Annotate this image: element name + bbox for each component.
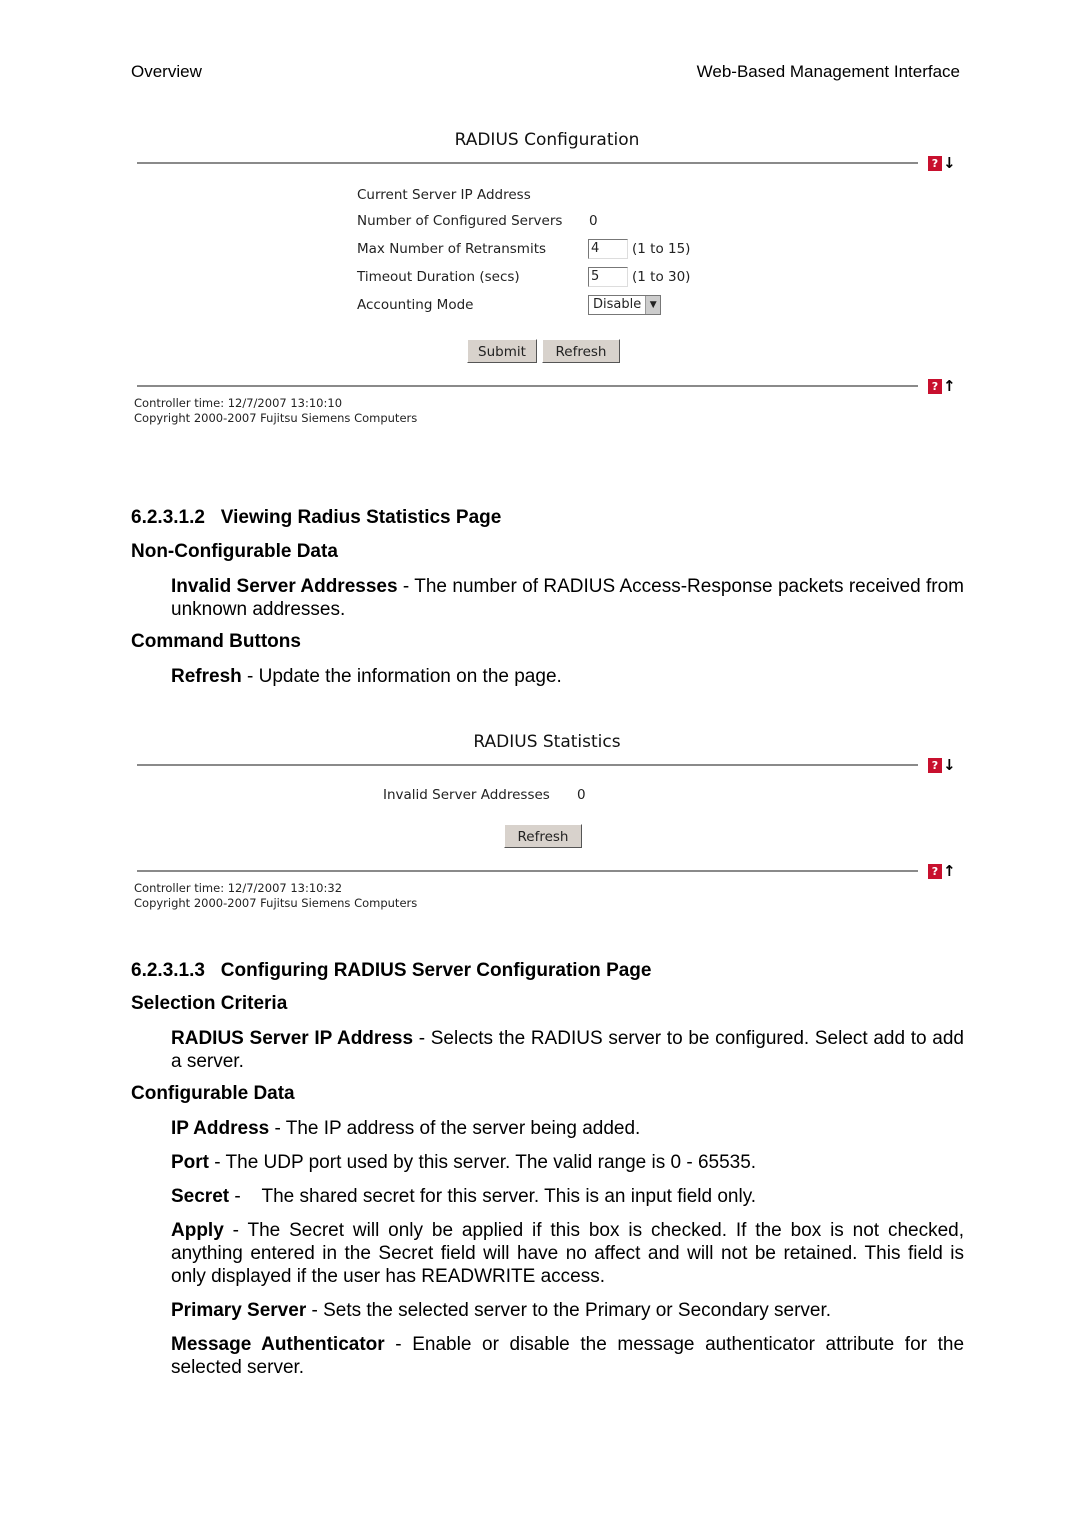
timeout-range: (1 to 30) (632, 269, 691, 285)
controller-time: Controller time: 12/7/2007 13:10:32 (134, 881, 343, 895)
paragraph: IP Address - The IP address of the serve… (171, 1117, 964, 1140)
header-right: Web-Based Management Interface (696, 62, 960, 81)
term: Message Authenticator (171, 1334, 385, 1355)
configured-servers-label: Number of Configured Servers (357, 213, 563, 229)
term: Invalid Server Addresses (171, 576, 398, 597)
submit-button[interactable]: Submit (467, 339, 537, 363)
paragraph: Port - The UDP port used by this server.… (171, 1151, 964, 1174)
arrow-up-icon[interactable]: ↑ (943, 863, 956, 879)
description: - The Secret will only be applied if thi… (171, 1220, 964, 1287)
configured-servers-value: 0 (589, 213, 598, 229)
term: Secret (171, 1186, 230, 1207)
help-icon[interactable]: ? (928, 155, 942, 171)
refresh-button[interactable]: Refresh (542, 339, 620, 363)
chevron-down-icon[interactable]: ▼ (645, 296, 661, 314)
refresh-button[interactable]: Refresh (504, 824, 582, 848)
paragraph: Invalid Server Addresses - The number of… (171, 575, 964, 621)
section-heading: 6.2.3.1.2 Viewing Radius Statistics Page (131, 507, 502, 528)
help-icon[interactable]: ? (928, 757, 942, 773)
divider (137, 162, 918, 164)
paragraph: Refresh - Update the information on the … (171, 665, 964, 688)
paragraph: Primary Server - Sets the selected serve… (171, 1299, 964, 1322)
description: - The UDP port used by this server. The … (209, 1152, 757, 1173)
term: Port (171, 1152, 209, 1173)
accounting-mode-value: Disable (593, 297, 642, 312)
timeout-label: Timeout Duration (secs) (357, 269, 520, 285)
max-retransmits-label: Max Number of Retransmits (357, 241, 547, 257)
paragraph: Apply - The Secret will only be applied … (171, 1219, 964, 1288)
arrow-down-icon[interactable]: ↓ (943, 155, 956, 171)
radius-stats-title: RADIUS Statistics (473, 732, 621, 752)
help-icon[interactable]: ? (928, 378, 942, 394)
paragraph: RADIUS Server IP Address - Selects the R… (171, 1027, 964, 1073)
subheading: Selection Criteria (131, 993, 288, 1014)
description: - Update the information on the page. (241, 666, 562, 687)
divider (137, 870, 918, 872)
term: Apply (171, 1220, 224, 1241)
subheading: Command Buttons (131, 631, 301, 652)
arrow-down-icon[interactable]: ↓ (943, 757, 956, 773)
paragraph: Message Authenticator - Enable or disabl… (171, 1333, 964, 1379)
subheading: Configurable Data (131, 1083, 295, 1104)
subheading: Non-Configurable Data (131, 541, 338, 562)
term: Primary Server (171, 1300, 307, 1321)
accounting-mode-select[interactable]: Disable ▼ (588, 295, 662, 315)
term: IP Address (171, 1118, 270, 1139)
help-icon[interactable]: ? (928, 863, 942, 879)
paragraph: Secret - The shared secret for this serv… (171, 1185, 964, 1208)
current-server-ip-label: Current Server IP Address (357, 187, 531, 203)
controller-time: Controller time: 12/7/2007 13:10:10 (134, 396, 343, 410)
max-retransmits-input[interactable]: 4 (588, 239, 628, 259)
radius-config-title: RADIUS Configuration (454, 130, 640, 150)
header-left: Overview (131, 62, 202, 81)
section-heading: 6.2.3.1.3 Configuring RADIUS Server Conf… (131, 960, 652, 981)
divider (137, 385, 918, 387)
copyright: Copyright 2000-2007 Fujitsu Siemens Comp… (134, 896, 418, 910)
description: - The IP address of the server being add… (269, 1118, 641, 1139)
timeout-input[interactable]: 5 (588, 267, 628, 287)
description: - Sets the selected server to the Primar… (306, 1300, 832, 1321)
description: - The shared secret for this server. Thi… (229, 1186, 757, 1207)
arrow-up-icon[interactable]: ↑ (943, 378, 956, 394)
copyright: Copyright 2000-2007 Fujitsu Siemens Comp… (134, 411, 418, 425)
max-retransmits-range: (1 to 15) (632, 241, 691, 257)
invalid-server-addresses-label: Invalid Server Addresses (383, 787, 550, 803)
term: RADIUS Server IP Address (171, 1028, 414, 1049)
accounting-mode-label: Accounting Mode (357, 297, 474, 313)
divider (137, 764, 918, 766)
term: Refresh (171, 666, 242, 687)
invalid-server-addresses-value: 0 (577, 787, 586, 803)
